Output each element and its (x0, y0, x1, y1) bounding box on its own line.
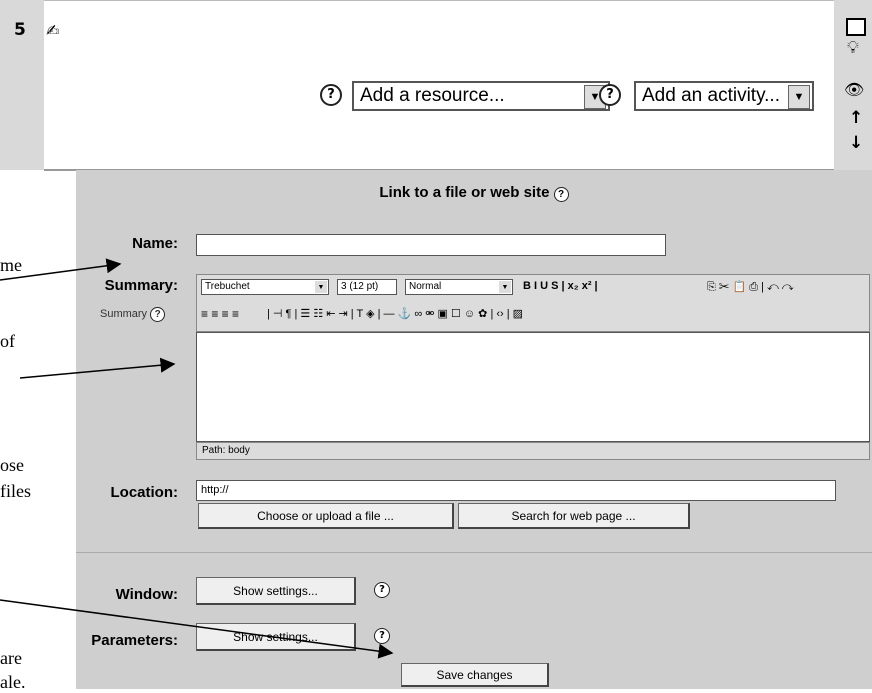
annotation-arrow (19, 357, 176, 379)
annotation-arrow (0, 599, 394, 659)
annotation-arrow (0, 258, 122, 281)
annotation-arrows (0, 258, 394, 659)
